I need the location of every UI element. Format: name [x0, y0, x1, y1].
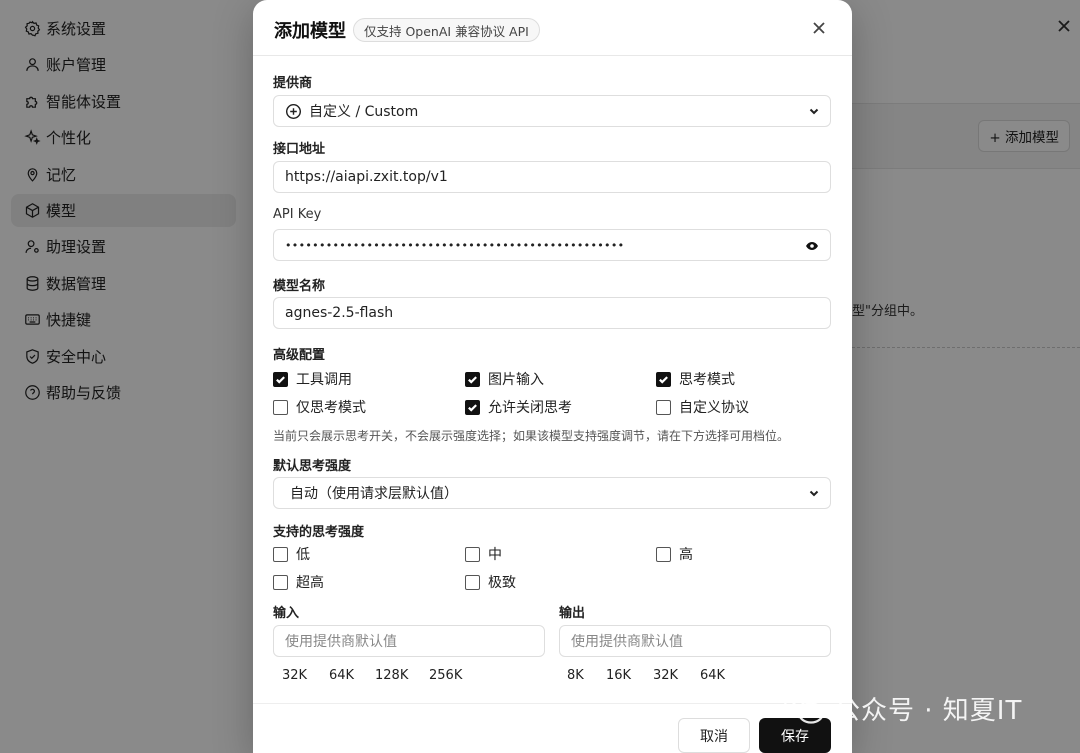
- provider-value: 自定义 / Custom: [309, 104, 419, 120]
- advanced-config-label: 高级配置: [273, 348, 326, 363]
- dialog-title: 添加模型: [274, 21, 346, 42]
- chevron-down-icon: [808, 487, 820, 503]
- checkbox-label: 高: [679, 547, 693, 563]
- output-chip-64k[interactable]: 64K: [700, 668, 725, 683]
- checkbox-label: 自定义协议: [679, 400, 749, 416]
- protocol-badge: 仅支持 OpenAI 兼容协议 API: [353, 18, 540, 42]
- checkbox-label: 中: [488, 547, 502, 563]
- input-placeholder: 使用提供商默认值: [285, 634, 397, 650]
- input-chip-128k[interactable]: 128K: [375, 668, 408, 683]
- checkbox-custom-protocol[interactable]: 自定义协议: [656, 397, 749, 417]
- add-model-dialog: 添加模型 仅支持 OpenAI 兼容协议 API 提供商 自定义 / Custo…: [253, 0, 852, 753]
- checkbox-checked-icon: [465, 371, 480, 387]
- output-label: 输出: [559, 606, 586, 621]
- checkbox-label: 极致: [488, 575, 516, 591]
- checkbox-strength-extreme[interactable]: 极致: [465, 572, 516, 592]
- close-icon[interactable]: [812, 20, 828, 36]
- model-name-label: 模型名称: [273, 279, 326, 294]
- checkbox-unchecked-icon: [273, 574, 288, 590]
- checkbox-unchecked-icon: [465, 546, 480, 562]
- checkbox-image-input[interactable]: 图片输入: [465, 369, 544, 389]
- checkbox-label: 低: [296, 547, 310, 563]
- supported-strength-label: 支持的思考强度: [273, 525, 365, 540]
- checkbox-unchecked-icon: [656, 399, 671, 415]
- output-chip-32k[interactable]: 32K: [653, 668, 678, 683]
- output-chip-8k[interactable]: 8K: [567, 668, 584, 683]
- default-strength-value: 自动（使用请求层默认值）: [290, 486, 458, 502]
- checkbox-strength-medium[interactable]: 中: [465, 544, 502, 564]
- plus-circle-icon: [285, 103, 302, 120]
- model-name-value: agnes-2.5-flash: [285, 305, 394, 321]
- checkbox-label: 思考模式: [679, 372, 735, 388]
- checkbox-unchecked-icon: [273, 399, 288, 415]
- watermark: 公众号 · 知夏IT: [782, 690, 1022, 727]
- apikey-label: API Key: [273, 207, 322, 222]
- input-chip-64k[interactable]: 64K: [329, 668, 354, 683]
- checkbox-label: 图片输入: [488, 372, 544, 388]
- apikey-input[interactable]: ••••••••••••••••••••••••••••••••••••••••…: [273, 229, 831, 261]
- provider-select[interactable]: 自定义 / Custom: [273, 95, 831, 127]
- checkbox-checked-icon: [465, 399, 480, 415]
- output-context-field[interactable]: 使用提供商默认值: [559, 625, 831, 657]
- input-context-field[interactable]: 使用提供商默认值: [273, 625, 545, 657]
- checkbox-checked-icon: [656, 371, 671, 387]
- checkbox-label: 允许关闭思考: [488, 400, 572, 416]
- checkbox-thinking-mode[interactable]: 思考模式: [656, 369, 735, 389]
- checkbox-label: 工具调用: [296, 372, 352, 388]
- default-strength-select[interactable]: 自动（使用请求层默认值）: [273, 477, 831, 509]
- cancel-button[interactable]: 取消: [678, 718, 750, 753]
- model-name-input[interactable]: agnes-2.5-flash: [273, 297, 831, 329]
- dialog-header: 添加模型 仅支持 OpenAI 兼容协议 API: [253, 0, 852, 56]
- input-label: 输入: [273, 606, 300, 621]
- thinking-hint-text: 当前只会展示思考开关，不会展示强度选择；如果该模型支持强度调节，请在下方选择可用…: [273, 429, 790, 443]
- apikey-masked-value: ••••••••••••••••••••••••••••••••••••••••…: [285, 238, 625, 252]
- checkbox-strength-ultra[interactable]: 超高: [273, 572, 324, 592]
- wechat-logo-icon: [783, 693, 825, 724]
- footer-divider: [253, 703, 852, 704]
- checkbox-unchecked-icon: [273, 546, 288, 562]
- input-chip-32k[interactable]: 32K: [282, 668, 307, 683]
- endpoint-value: https://aiapi.zxit.top/v1: [285, 169, 448, 185]
- watermark-text: 公众号 · 知夏IT: [834, 696, 1023, 726]
- provider-label: 提供商: [273, 76, 313, 91]
- checkbox-allow-disable-thinking[interactable]: 允许关闭思考: [465, 397, 572, 417]
- show-password-eye-icon[interactable]: [805, 239, 819, 257]
- checkbox-thinking-only[interactable]: 仅思考模式: [273, 397, 366, 417]
- checkbox-label: 超高: [296, 575, 324, 591]
- checkbox-checked-icon: [273, 371, 288, 387]
- checkbox-tool-calling[interactable]: 工具调用: [273, 369, 352, 389]
- default-strength-label: 默认思考强度: [273, 459, 352, 474]
- chevron-down-icon: [808, 105, 820, 121]
- checkbox-unchecked-icon: [465, 574, 480, 590]
- endpoint-input[interactable]: https://aiapi.zxit.top/v1: [273, 161, 831, 193]
- endpoint-label: 接口地址: [273, 142, 326, 157]
- checkbox-label: 仅思考模式: [296, 400, 366, 416]
- output-chip-16k[interactable]: 16K: [606, 668, 631, 683]
- checkbox-unchecked-icon: [656, 546, 671, 562]
- checkbox-strength-low[interactable]: 低: [273, 544, 310, 564]
- output-placeholder: 使用提供商默认值: [571, 634, 683, 650]
- checkbox-strength-high[interactable]: 高: [656, 544, 693, 564]
- input-chip-256k[interactable]: 256K: [429, 668, 462, 683]
